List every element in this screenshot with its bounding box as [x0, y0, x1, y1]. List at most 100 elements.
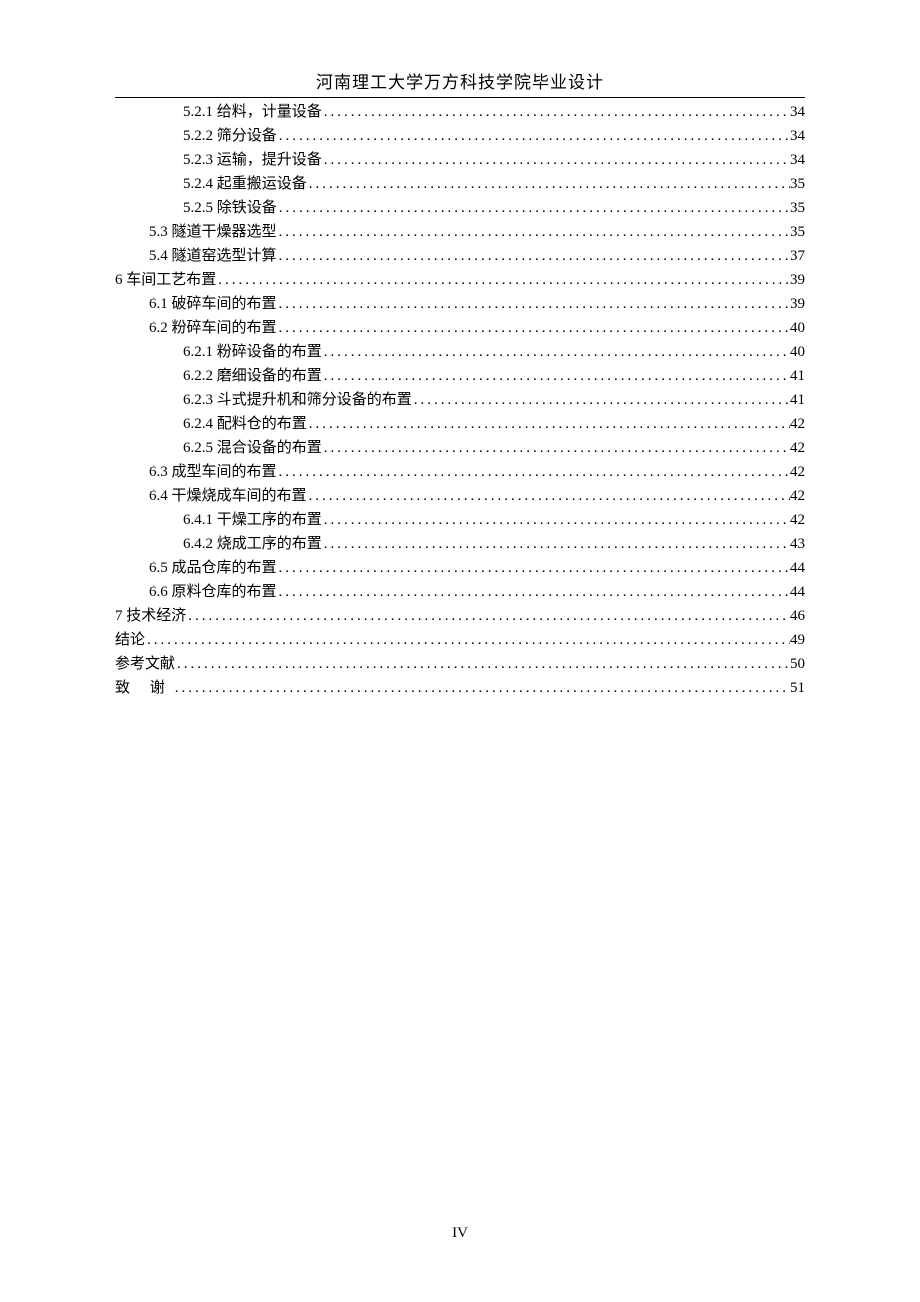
toc-entry: 5.2.2 筛分设备 34	[115, 124, 805, 148]
toc-leader-dots	[277, 220, 790, 244]
toc-entry-page: 50	[790, 652, 805, 676]
toc-entry: 6.2.5 混合设备的布置 42	[115, 436, 805, 460]
toc-entry: 7 技术经济 46	[115, 604, 805, 628]
toc-entry: 5.2.3 运输，提升设备 34	[115, 148, 805, 172]
toc-entry-page: 42	[790, 412, 805, 436]
toc-entry-label: 6.2.1 粉碎设备的布置	[183, 340, 322, 364]
toc-entry: 6.4 干燥烧成车间的布置 42	[115, 484, 805, 508]
toc-leader-dots	[175, 652, 790, 676]
toc-entry-page: 44	[790, 580, 805, 604]
toc-entry-label: 6.4.2 烧成工序的布置	[183, 532, 322, 556]
toc-entry-page: 40	[790, 316, 805, 340]
toc-entry-label: 6.3 成型车间的布置	[149, 460, 277, 484]
toc-leader-dots	[277, 556, 790, 580]
toc-leader-dots	[322, 148, 790, 172]
page-number: IV	[0, 1225, 920, 1242]
toc-entry-label: 5.2.3 运输，提升设备	[183, 148, 322, 172]
toc-entry-label: 5.2.1 给料，计量设备	[183, 100, 322, 124]
toc-entry-page: 34	[790, 148, 805, 172]
toc-leader-dots	[322, 532, 790, 556]
toc-leader-dots	[186, 604, 790, 628]
toc-entry-page: 42	[790, 508, 805, 532]
toc-entry-page: 37	[790, 244, 805, 268]
toc-entry: 5.3 隧道干燥器选型 35	[115, 220, 805, 244]
toc-entry-label: 5.2.2 筛分设备	[183, 124, 277, 148]
toc-entry-page: 34	[790, 100, 805, 124]
toc-entry-page: 41	[790, 364, 805, 388]
toc-entry: 6 车间工艺布置 39	[115, 268, 805, 292]
toc-leader-dots	[307, 412, 790, 436]
toc-entry-page: 39	[790, 268, 805, 292]
toc-entry: 5.2.5 除铁设备 35	[115, 196, 805, 220]
toc-entry-page: 41	[790, 388, 805, 412]
toc-entry-label: 致 谢	[115, 676, 173, 700]
toc-entry: 参考文献 50	[115, 652, 805, 676]
toc-entry: 6.3 成型车间的布置 42	[115, 460, 805, 484]
toc-entry-label: 参考文献	[115, 652, 175, 676]
toc-leader-dots	[173, 676, 790, 700]
document-page: 河南理工大学万方科技学院毕业设计 5.2.1 给料，计量设备345.2.2 筛分…	[0, 0, 920, 700]
toc-entry-label: 6.1 破碎车间的布置	[149, 292, 277, 316]
toc-leader-dots	[277, 580, 790, 604]
toc-leader-dots	[322, 508, 790, 532]
toc-leader-dots	[277, 460, 790, 484]
toc-leader-dots	[216, 268, 790, 292]
toc-entry: 结论49	[115, 628, 805, 652]
toc-leader-dots	[322, 436, 790, 460]
toc-entry: 6.2.2 磨细设备的布置 41	[115, 364, 805, 388]
toc-leader-dots	[307, 484, 790, 508]
toc-leader-dots	[145, 628, 790, 652]
toc-entry: 5.4 隧道窑选型计算 37	[115, 244, 805, 268]
toc-entry: 6.4.1 干燥工序的布置 42	[115, 508, 805, 532]
header-title: 河南理工大学万方科技学院毕业设计	[115, 68, 805, 97]
toc-entry-page: 42	[790, 484, 805, 508]
toc-entry-label: 5.3 隧道干燥器选型	[149, 220, 277, 244]
toc-entry: 6.4.2 烧成工序的布置 43	[115, 532, 805, 556]
toc-entry: 致 谢 51	[115, 676, 805, 700]
toc-entry-label: 6.2.4 配料仓的布置	[183, 412, 307, 436]
toc-entry-label: 6.2 粉碎车间的布置	[149, 316, 277, 340]
toc-entry-page: 40	[790, 340, 805, 364]
toc-entry-label: 7 技术经济	[115, 604, 186, 628]
toc-leader-dots	[322, 364, 790, 388]
toc-entry-label: 5.2.5 除铁设备	[183, 196, 277, 220]
toc-entry: 6.2.1 粉碎设备的布置 40	[115, 340, 805, 364]
toc-entry-page: 43	[790, 532, 805, 556]
toc-entry: 6.2.3 斗式提升机和筛分设备的布置 41	[115, 388, 805, 412]
toc-leader-dots	[277, 244, 790, 268]
toc-entry: 6.5 成品仓库的布置 44	[115, 556, 805, 580]
toc-entry-label: 6.5 成品仓库的布置	[149, 556, 277, 580]
header-rule-thick	[115, 97, 805, 98]
toc-entry-page: 42	[790, 460, 805, 484]
toc-entry: 5.2.4 起重搬运设备 35	[115, 172, 805, 196]
toc-entry-page: 49	[790, 628, 805, 652]
toc-entry-label: 6.4 干燥烧成车间的布置	[149, 484, 307, 508]
toc-entry-label: 6.2.5 混合设备的布置	[183, 436, 322, 460]
toc-entry: 5.2.1 给料，计量设备 34	[115, 100, 805, 124]
toc-entry-page: 42	[790, 436, 805, 460]
toc-entry-page: 35	[790, 172, 805, 196]
toc-entry-label: 5.2.4 起重搬运设备	[183, 172, 307, 196]
toc-entry-page: 34	[790, 124, 805, 148]
table-of-contents: 5.2.1 给料，计量设备345.2.2 筛分设备345.2.3 运输，提升设备…	[115, 100, 805, 700]
toc-entry-page: 44	[790, 556, 805, 580]
toc-entry: 6.1 破碎车间的布置 39	[115, 292, 805, 316]
toc-entry-label: 5.4 隧道窑选型计算	[149, 244, 277, 268]
toc-entry-label: 6 车间工艺布置	[115, 268, 216, 292]
toc-entry-page: 35	[790, 220, 805, 244]
toc-leader-dots	[277, 196, 790, 220]
toc-entry-page: 35	[790, 196, 805, 220]
toc-leader-dots	[322, 100, 790, 124]
toc-leader-dots	[412, 388, 790, 412]
toc-entry-page: 51	[790, 676, 805, 700]
toc-entry: 6.6 原料仓库的布置44	[115, 580, 805, 604]
toc-entry: 6.2 粉碎车间的布置 40	[115, 316, 805, 340]
toc-entry-page: 39	[790, 292, 805, 316]
toc-entry-label: 6.2.2 磨细设备的布置	[183, 364, 322, 388]
toc-leader-dots	[277, 316, 790, 340]
toc-entry-page: 46	[790, 604, 805, 628]
toc-leader-dots	[277, 292, 790, 316]
toc-entry-label: 6.4.1 干燥工序的布置	[183, 508, 322, 532]
toc-entry-label: 6.2.3 斗式提升机和筛分设备的布置	[183, 388, 412, 412]
toc-leader-dots	[322, 340, 790, 364]
